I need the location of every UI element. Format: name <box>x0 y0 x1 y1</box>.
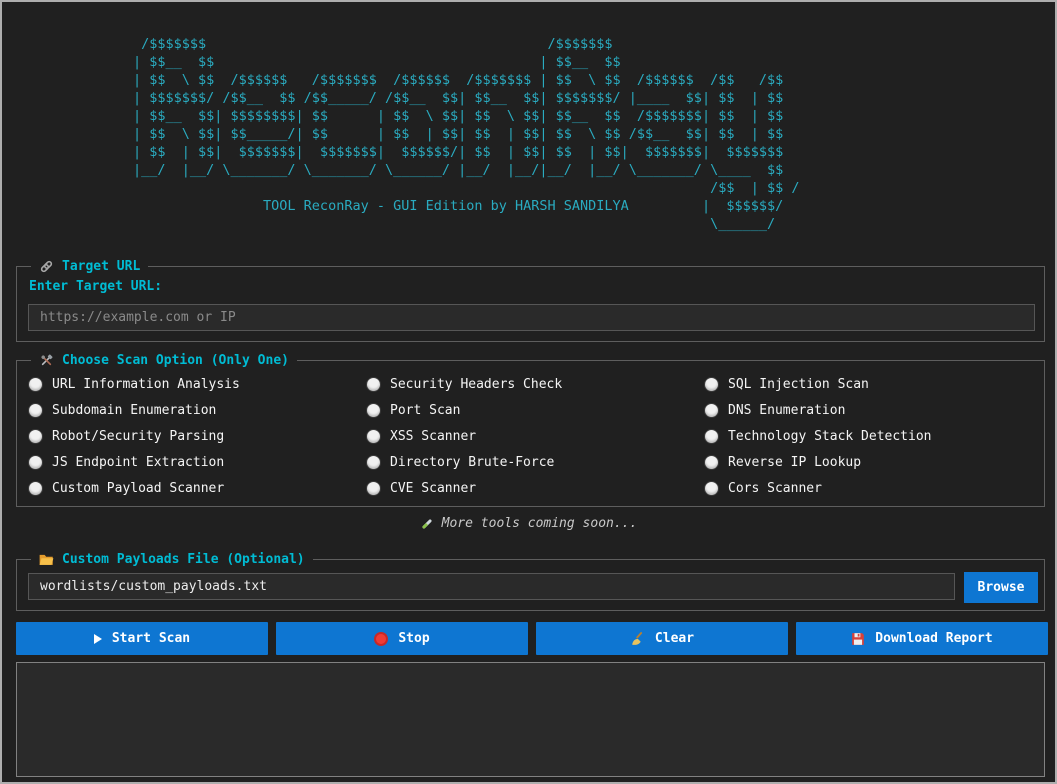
download-report-label: Download Report <box>875 631 992 646</box>
scan-option-cors-scanner[interactable]: Cors Scanner <box>705 475 932 501</box>
radio-unselected-icon <box>705 378 718 391</box>
scan-options-column-2: Security Headers Check Port Scan XSS Sca… <box>367 371 705 501</box>
scan-option-js-endpoint-extraction[interactable]: JS Endpoint Extraction <box>29 449 367 475</box>
scan-options-title-text: Choose Scan Option (Only One) <box>62 351 289 370</box>
stop-button[interactable]: Stop <box>276 622 528 655</box>
radio-unselected-icon <box>29 404 42 417</box>
custom-payloads-title-text: Custom Payloads File (Optional) <box>62 550 305 569</box>
radio-unselected-icon <box>29 482 42 495</box>
reconray-window: /$$$$$$$ /$$$$$$$ | $$__ $$ | $$__ $$ | … <box>0 0 1057 784</box>
custom-payloads-section-title: Custom Payloads File (Optional) <box>31 550 313 569</box>
browse-button[interactable]: Browse <box>964 572 1038 603</box>
scan-output-area[interactable] <box>16 662 1045 777</box>
scan-options-section: Choose Scan Option (Only One) URL Inform… <box>16 360 1045 507</box>
radio-unselected-icon <box>367 404 380 417</box>
test-tube-icon <box>420 517 434 531</box>
custom-payloads-section: Custom Payloads File (Optional) Browse <box>16 559 1045 611</box>
coming-soon-note: More tools coming soon... <box>2 516 1055 531</box>
scan-option-xss-scanner[interactable]: XSS Scanner <box>367 423 705 449</box>
ascii-art-banner: /$$$$$$$ /$$$$$$$ | $$__ $$ | $$__ $$ | … <box>133 35 799 233</box>
radio-unselected-icon <box>705 430 718 443</box>
scan-option-technology-stack-detection[interactable]: Technology Stack Detection <box>705 423 932 449</box>
radio-unselected-icon <box>705 404 718 417</box>
broom-icon <box>630 631 645 646</box>
radio-unselected-icon <box>367 430 380 443</box>
enter-target-url-label: Enter Target URL: <box>29 279 162 294</box>
radio-unselected-icon <box>29 430 42 443</box>
start-scan-label: Start Scan <box>112 631 190 646</box>
scan-option-dns-enumeration[interactable]: DNS Enumeration <box>705 397 932 423</box>
scan-option-robot-security-parsing[interactable]: Robot/Security Parsing <box>29 423 367 449</box>
scan-option-subdomain-enumeration[interactable]: Subdomain Enumeration <box>29 397 367 423</box>
scan-options-section-title: Choose Scan Option (Only One) <box>31 351 297 370</box>
radio-unselected-icon <box>705 456 718 469</box>
scan-option-directory-brute-force[interactable]: Directory Brute-Force <box>367 449 705 475</box>
scan-option-sql-injection-scan[interactable]: SQL Injection Scan <box>705 371 932 397</box>
play-icon <box>94 634 102 644</box>
open-folder-icon <box>39 553 54 566</box>
scan-options-column-1: URL Information Analysis Subdomain Enume… <box>29 371 367 501</box>
scan-option-custom-payload-scanner[interactable]: Custom Payload Scanner <box>29 475 367 501</box>
link-icon <box>39 259 54 274</box>
download-report-button[interactable]: Download Report <box>796 622 1048 655</box>
radio-unselected-icon <box>367 482 380 495</box>
radio-unselected-icon <box>29 378 42 391</box>
scan-option-security-headers-check[interactable]: Security Headers Check <box>367 371 705 397</box>
scan-option-reverse-ip-lookup[interactable]: Reverse IP Lookup <box>705 449 932 475</box>
radio-unselected-icon <box>367 378 380 391</box>
scan-option-port-scan[interactable]: Port Scan <box>367 397 705 423</box>
stop-record-icon <box>374 632 388 646</box>
scan-option-url-information-analysis[interactable]: URL Information Analysis <box>29 371 367 397</box>
clear-button[interactable]: Clear <box>536 622 788 655</box>
clear-label: Clear <box>655 631 694 646</box>
start-scan-button[interactable]: Start Scan <box>16 622 268 655</box>
scan-options-column-3: SQL Injection Scan DNS Enumeration Techn… <box>705 371 932 501</box>
target-url-title-text: Target URL <box>62 257 140 276</box>
target-url-section: Target URL Enter Target URL: <box>16 266 1045 342</box>
hammer-wrench-icon <box>39 353 54 368</box>
target-url-section-title: Target URL <box>31 257 148 276</box>
scan-option-cve-scanner[interactable]: CVE Scanner <box>367 475 705 501</box>
target-url-input[interactable] <box>28 304 1035 331</box>
floppy-disk-icon <box>851 632 865 646</box>
coming-soon-text: More tools coming soon... <box>442 516 638 531</box>
radio-unselected-icon <box>29 456 42 469</box>
radio-unselected-icon <box>367 456 380 469</box>
stop-label: Stop <box>398 631 429 646</box>
payload-file-input[interactable] <box>28 573 955 600</box>
scan-options-grid: URL Information Analysis Subdomain Enume… <box>29 371 1036 501</box>
radio-unselected-icon <box>705 482 718 495</box>
